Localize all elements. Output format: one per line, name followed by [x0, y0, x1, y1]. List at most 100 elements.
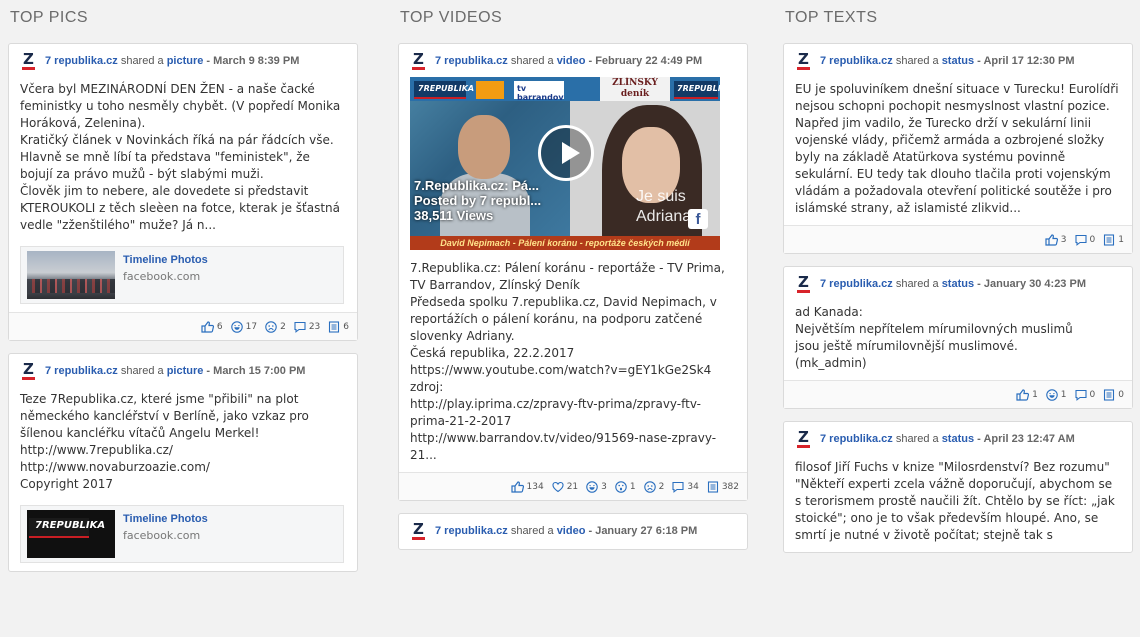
share-action-text: shared a [507, 55, 557, 67]
sad-stat: 2 [265, 320, 286, 333]
author-link[interactable]: 7 republika.cz [820, 433, 893, 445]
shares-stat: 382 [707, 480, 739, 493]
video-posted-by: Posted by 7 republ... [414, 193, 542, 208]
post-date: - March 9 8:39 PM [203, 55, 300, 67]
wow-stat: 1 [615, 480, 636, 493]
post-type-link[interactable]: status [942, 278, 974, 290]
author-link[interactable]: 7 republika.cz [45, 55, 118, 67]
post-type-link[interactable]: status [942, 433, 974, 445]
top-videos-column: TOP VIDEOS Z 7 republika.cz shared a vid… [398, 0, 748, 607]
haha-stat: 3 [586, 480, 607, 493]
heart-icon [552, 481, 564, 492]
post-date: - January 30 4:23 PM [974, 278, 1086, 290]
attachment-source: facebook.com [123, 529, 201, 542]
post-stats: 134 21 3 1 2 34 382 [399, 472, 747, 500]
like-icon [1016, 388, 1030, 401]
share-icon [707, 480, 718, 493]
page-logo-icon: Z [797, 273, 810, 293]
post-type-link[interactable]: status [942, 55, 974, 67]
haha-icon [1046, 388, 1058, 401]
post-card[interactable]: Z 7 republika.cz shared a status - Janua… [783, 266, 1133, 409]
wow-icon [615, 480, 627, 493]
like-icon [201, 320, 214, 333]
post-date: - April 17 12:30 PM [974, 55, 1075, 67]
video-badge-tv: tv barrandov [514, 81, 564, 102]
top-videos-title: TOP VIDEOS [400, 9, 503, 26]
comments-count: 0 [1089, 389, 1096, 400]
post-header: Z 7 republika.cz shared a video - Januar… [410, 520, 734, 541]
sad-stat: 2 [643, 480, 665, 493]
share-action-text: shared a [117, 365, 167, 377]
author-link[interactable]: 7 republika.cz [435, 525, 508, 537]
attachment-thumbnail [27, 251, 115, 299]
attachment-source: facebook.com [123, 270, 201, 283]
share-action-text: shared a [507, 525, 557, 537]
attachment-title[interactable]: Timeline Photos [123, 513, 208, 525]
post-text: filosof Jiří Fuchs v knize "Milosrdenstv… [795, 460, 1115, 542]
post-card[interactable]: Z 7 republika.cz shared a picture - Marc… [8, 353, 358, 572]
play-icon[interactable] [538, 125, 594, 181]
top-pics-title: TOP PICS [10, 9, 89, 26]
post-date: - January 27 6:18 PM [585, 525, 698, 537]
post-type-link[interactable]: video [557, 525, 586, 537]
video-caption-bar: David Nepimach - Pálení koránu - reportá… [410, 236, 720, 250]
comments-stat: 23 [294, 321, 320, 333]
likes-stat: 6 [201, 320, 223, 333]
sad-icon [265, 320, 277, 333]
post-date: - February 22 4:49 PM [585, 55, 703, 67]
shares-count: 1 [1118, 234, 1124, 245]
post-text: EU je spoluviníkem dnešní situace v Ture… [795, 82, 1119, 215]
like-icon [1045, 233, 1058, 246]
video-badge-right: 7REPUBLIKA [674, 81, 720, 99]
likes-count: 3 [1060, 234, 1067, 245]
post-text: Včera byl MEZINÁRODNÍ DEN ŽEN - a naše č… [20, 82, 341, 232]
post-card[interactable]: Z 7 republika.cz shared a status - April… [783, 43, 1133, 254]
author-link[interactable]: 7 republika.cz [820, 278, 893, 290]
video-badge-orange [476, 81, 504, 99]
attachment[interactable]: 7REPUBLIKA Timeline Photos facebook.com [20, 505, 344, 563]
wow-count: 1 [629, 481, 636, 492]
share-action-text: shared a [892, 433, 942, 445]
video-player[interactable]: 7REPUBLIKA tv barrandov ZLÍNSKÝ deník 7R… [410, 77, 720, 250]
post-card[interactable]: Z 7 republika.cz shared a video - Februa… [398, 43, 748, 501]
page-logo-icon: Z [412, 520, 425, 540]
video-face-left [458, 115, 510, 179]
haha-icon [586, 480, 598, 493]
attachment-title[interactable]: Timeline Photos [123, 254, 208, 266]
sad-count: 2 [280, 321, 286, 332]
comments-count: 0 [1089, 234, 1096, 245]
post-header: Z 7 republika.cz shared a video - Februa… [410, 52, 734, 71]
post-text: Teze 7Republika.cz, které jsme "přibili"… [20, 392, 309, 491]
comment-icon [1074, 389, 1087, 401]
post-date: - March 15 7:00 PM [203, 365, 306, 377]
sad-icon [643, 480, 656, 493]
page-logo-icon: Z [22, 360, 35, 380]
likes-stat: 3 [1045, 233, 1067, 246]
post-date: - April 23 12:47 AM [974, 433, 1075, 445]
post-stats: 3 0 1 [784, 225, 1132, 253]
post-card[interactable]: Z 7 republika.cz shared a video - Januar… [398, 513, 748, 550]
post-card[interactable]: Z 7 republika.cz shared a picture - Marc… [8, 43, 358, 341]
post-type-link[interactable]: picture [167, 365, 204, 377]
video-title-overlay: 7.Republika.cz: Pá... [414, 178, 539, 193]
share-icon [1104, 233, 1115, 246]
post-header: Z 7 republika.cz shared a picture - Marc… [20, 52, 344, 71]
post-card[interactable]: Z 7 republika.cz shared a status - April… [783, 421, 1133, 553]
likes-count: 6 [216, 321, 223, 332]
comments-stat: 0 [1074, 389, 1096, 401]
comments-count: 34 [687, 481, 699, 492]
haha-count: 1 [1060, 389, 1067, 400]
shares-stat: 0 [1103, 388, 1124, 401]
author-link[interactable]: 7 republika.cz [45, 365, 118, 377]
post-header: Z 7 republika.cz shared a picture - Marc… [20, 360, 344, 381]
author-link[interactable]: 7 republika.cz [820, 55, 893, 67]
love-stat: 21 [552, 481, 578, 493]
attachment[interactable]: Timeline Photos facebook.com [20, 246, 344, 304]
sad-count: 2 [658, 481, 665, 492]
comments-stat: 0 [1074, 234, 1096, 246]
page-logo-icon: Z [797, 428, 810, 448]
likes-count: 134 [526, 481, 544, 492]
author-link[interactable]: 7 republika.cz [435, 55, 508, 67]
post-type-link[interactable]: video [557, 55, 586, 67]
post-type-link[interactable]: picture [167, 55, 204, 67]
